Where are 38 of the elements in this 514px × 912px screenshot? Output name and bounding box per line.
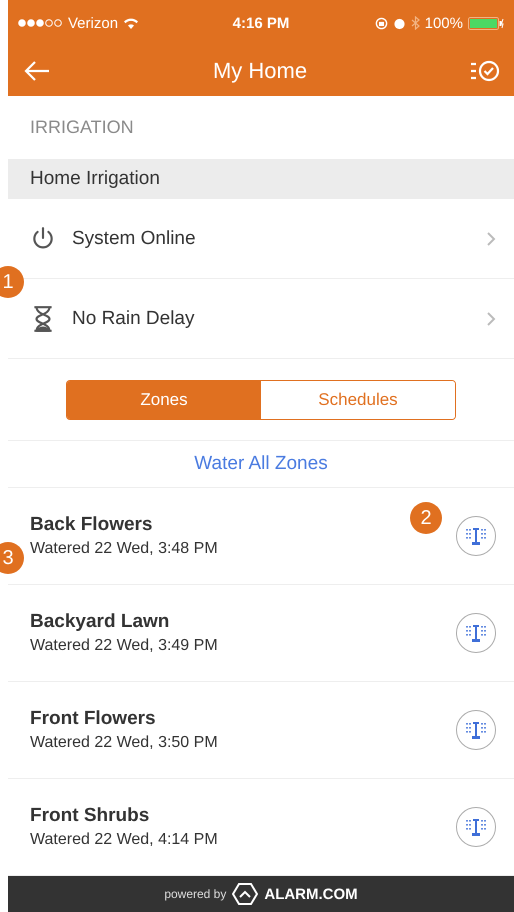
wifi-icon <box>123 17 140 29</box>
checklist-button[interactable] <box>470 59 500 83</box>
carrier-name: Verizon <box>68 14 118 32</box>
chevron-icon <box>486 230 496 247</box>
clock-time: 4:16 PM <box>232 14 290 32</box>
zone-name: Front Flowers <box>30 708 156 730</box>
row-label: System Online <box>72 228 197 250</box>
zone-watered-time: Watered 22 Wed, 4:14 PM <box>30 831 218 850</box>
callout-badge: 2 <box>410 502 442 534</box>
section-heading: IRRIGATION <box>29 116 135 140</box>
zone-watered-time: Watered 22 Wed, 3:48 PM <box>30 540 218 558</box>
sprinkler-button[interactable] <box>456 516 496 556</box>
sprinkler-button[interactable] <box>456 807 496 848</box>
brand-name: ALARM.COM <box>264 886 358 903</box>
group-heading: Home Irrigation <box>8 159 514 199</box>
bluetooth-icon <box>410 16 420 30</box>
battery-percent: 100% <box>424 14 463 32</box>
zone-watered-time: Watered 22 Wed, 3:50 PM <box>30 734 218 752</box>
battery-icon <box>468 16 504 30</box>
signal-icon <box>18 19 63 27</box>
row-label: No Rain Delay <box>72 308 196 330</box>
logo-icon <box>232 882 258 906</box>
sprinkler-button[interactable] <box>456 613 496 654</box>
chevron-icon <box>486 310 496 327</box>
screen-title: My Home <box>212 58 308 84</box>
back-button[interactable] <box>24 60 50 82</box>
alarm-icon <box>392 16 406 30</box>
powered-by-text: powered by <box>164 887 226 902</box>
zone-name: Back Flowers <box>30 514 152 536</box>
callout-badge: 3 <box>0 542 24 574</box>
callout-badge: 1 <box>0 266 24 298</box>
zone-watered-time: Watered 22 Wed, 3:49 PM <box>30 637 218 656</box>
lock-rotation-icon <box>374 16 388 30</box>
sprinkler-button[interactable] <box>456 710 496 750</box>
zone-name: Backyard Lawn <box>30 611 170 634</box>
zone-name: Front Shrubs <box>30 805 150 828</box>
segment-tab[interactable]: Zones <box>67 380 261 419</box>
water-all-link[interactable]: Water All Zones <box>194 452 328 475</box>
